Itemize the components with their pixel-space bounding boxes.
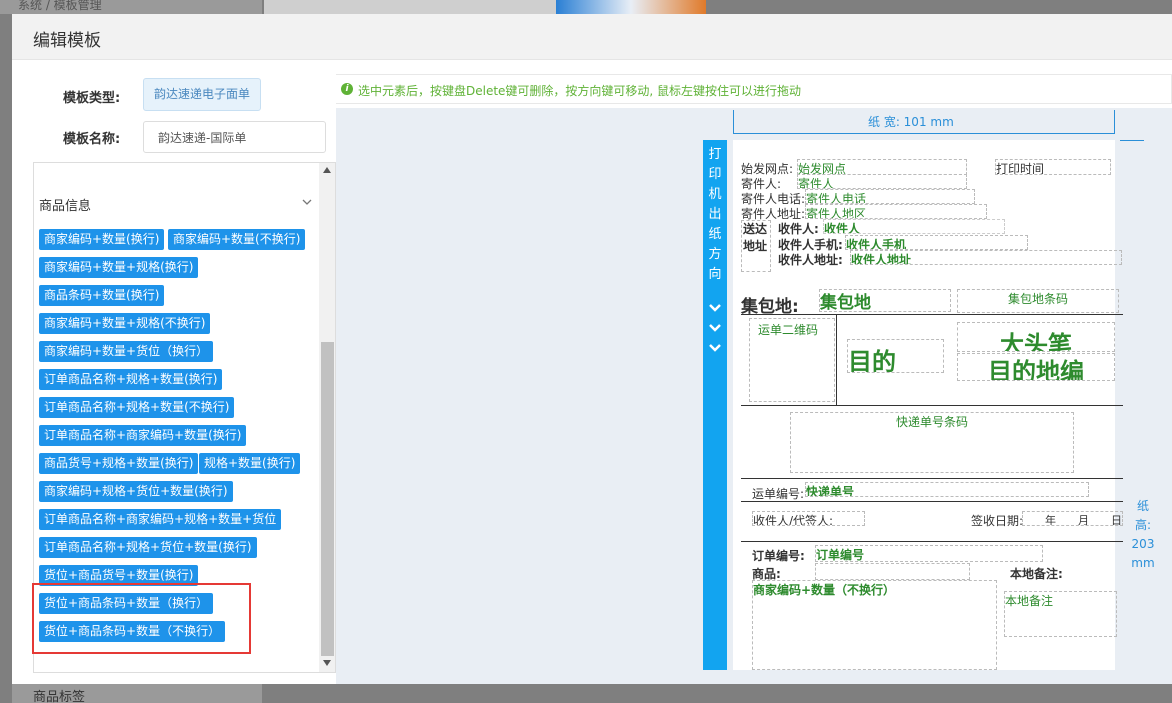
sender-phone-field[interactable]: 寄件人电话 <box>805 189 975 204</box>
info-icon: i <box>341 83 353 95</box>
group-title: 商品信息 <box>39 199 92 214</box>
element-tag[interactable]: 货位+商品条码+数量（换行） <box>39 593 214 614</box>
express-barcode-field[interactable]: 快递单号条码 <box>790 412 1074 473</box>
sign-date-label[interactable]: 签收日期: <box>971 512 1023 529</box>
scroll-up-arrow-icon[interactable] <box>323 167 331 173</box>
order-no-field[interactable]: 订单编号 <box>815 545 1043 562</box>
element-tag[interactable]: 货位+商品条码+数量（不换行） <box>39 621 226 642</box>
sender-field[interactable]: 寄件人 <box>797 174 967 189</box>
receiver-address-label[interactable]: 收件人地址: <box>778 251 843 268</box>
deliver-address-label[interactable]: 送达 地址 <box>741 220 771 272</box>
deliver-label-line-1: 送达 <box>743 222 768 236</box>
background-banner <box>264 0 706 14</box>
element-tag[interactable]: 货位+商品货号+数量(换行) <box>39 565 199 586</box>
waybill-paper: 始发网点: 始发网点 打印时间 寄件人: 寄件人 寄件人电话: 寄件人电话 寄件… <box>733 140 1123 670</box>
sign-date-field[interactable]: ____年____月____日 <box>1022 511 1123 526</box>
waybill-no-field[interactable]: 快递单号 <box>805 482 1089 497</box>
divider-line <box>741 541 1123 542</box>
element-tag[interactable]: 商家编码+数量(换行) <box>39 229 165 250</box>
divider-line <box>741 405 1123 406</box>
background-logo <box>556 0 706 14</box>
ruler-width-left-tick <box>733 110 734 134</box>
template-name-label: 模板名称: <box>63 132 121 147</box>
list-scrollbar[interactable] <box>319 163 335 672</box>
origin-field[interactable]: 始发网点 <box>797 159 967 175</box>
deliver-label-line-2: 地址 <box>743 239 768 253</box>
goods-field[interactable]: 商家编码+数量（不换行） <box>752 580 997 670</box>
local-note-label[interactable]: 本地备注: <box>1010 565 1063 582</box>
signer-field[interactable]: 收件人/代签人: <box>752 511 865 526</box>
ruler-height-tick <box>1120 140 1144 141</box>
element-tag[interactable]: 商品条码+数量(换行) <box>39 285 165 306</box>
ruler-width-line <box>733 133 1115 134</box>
element-list-content: 商品信息 商家编码+数量(换行) 商家编码+数量(不换行) 商家编码+数量+规格… <box>34 163 319 672</box>
background-breadcrumb-text: 系统 / 模板管理 <box>18 0 102 12</box>
scrollbar-thumb[interactable] <box>321 342 334 656</box>
scroll-down-arrow-icon[interactable] <box>323 660 331 666</box>
print-direction-bar: 打印机出纸方向 <box>703 140 727 670</box>
destination-field[interactable]: 目的 <box>847 339 944 373</box>
receiver-label[interactable]: 收件人: <box>778 220 819 237</box>
goods-label-field[interactable] <box>815 563 970 580</box>
print-direction-text: 打印机出纸方向 <box>708 147 722 282</box>
hub-field[interactable]: 集包地 <box>819 289 951 312</box>
modal-title: 编辑模板 <box>33 31 101 51</box>
express-barcode-text: 快递单号条码 <box>895 415 968 429</box>
element-tag[interactable]: 订单商品名称+规格+货位+数量(换行) <box>39 537 257 558</box>
modal-header: 编辑模板 <box>12 14 1172 60</box>
waybill-qr-field[interactable]: 运单二维码 <box>749 318 835 402</box>
element-tag[interactable]: 商品货号+规格+数量(换行) <box>39 453 199 474</box>
print-time-field[interactable]: 打印时间 <box>995 159 1111 175</box>
big-head-field[interactable]: 大头笔 <box>957 322 1115 352</box>
hub-barcode-field[interactable]: 集包地条码 <box>957 289 1119 313</box>
chevron-down-icon <box>709 324 721 332</box>
element-tag[interactable]: 规格+数量(换行) <box>199 453 301 474</box>
element-tag[interactable]: 商家编码+数量+规格(换行) <box>39 257 199 278</box>
element-tag[interactable]: 订单商品名称+规格+数量(换行) <box>39 369 223 390</box>
ruler-width-right-tick <box>1114 110 1115 134</box>
element-tag[interactable]: 订单商品名称+商家编码+规格+数量+货位 <box>39 509 282 530</box>
divider-line <box>741 501 1123 502</box>
waybill-no-label[interactable]: 运单编号: <box>752 485 804 502</box>
template-type-badge[interactable]: 韵达速递电子面单 <box>143 78 261 111</box>
chevron-down-icon <box>709 344 721 352</box>
element-tag[interactable]: 商家编码+数量+规格(不换行) <box>39 313 211 334</box>
receiver-address-field[interactable]: 收件人地址 <box>850 250 1122 265</box>
hub-barcode-text: 集包地条码 <box>1007 292 1068 306</box>
paper-height-label: 纸 高: 203 mm <box>1131 499 1155 570</box>
paper-width-label: 纸 宽: 101 mm <box>868 115 954 129</box>
template-name-input[interactable] <box>143 121 326 153</box>
divider-vertical <box>836 314 837 405</box>
element-list-panel: 商品信息 商家编码+数量(换行) 商家编码+数量(不换行) 商家编码+数量+规格… <box>33 162 336 673</box>
order-no-label[interactable]: 订单编号: <box>752 547 805 564</box>
hint-bar: i 选中元素后，按键盘Delete键可删除，按方向键可移动, 鼠标左键按住可以进… <box>336 74 1172 104</box>
chevron-down-icon <box>302 199 312 205</box>
local-note-field[interactable]: 本地备注 <box>1004 591 1117 637</box>
element-tag[interactable]: 商家编码+数量+货位（换行） <box>39 341 214 362</box>
element-tag[interactable]: 订单商品名称+规格+数量(不换行) <box>39 397 235 418</box>
element-tag[interactable]: 商家编码+规格+货位+数量(换行) <box>39 481 233 502</box>
divider-line <box>741 478 1123 479</box>
receiver-field[interactable]: 收件人 <box>823 219 1005 234</box>
hint-text: 选中元素后，按键盘Delete键可删除，按方向键可移动, 鼠标左键按住可以进行拖… <box>358 84 802 98</box>
waybill-qr-text: 运单二维码 <box>758 323 819 337</box>
template-type-label: 模板类型: <box>63 91 121 106</box>
receiver-phone-field[interactable]: 收件人手机 <box>845 235 1028 250</box>
divider-line <box>741 314 1123 315</box>
sender-address-field[interactable]: 寄件人地区 <box>805 204 987 219</box>
element-tag[interactable]: 商家编码+数量(不换行) <box>168 229 306 250</box>
element-tag[interactable]: 订单商品名称+商家编码+数量(换行) <box>39 425 247 446</box>
background-product-label-text: 商品标签 <box>33 690 86 703</box>
destination-code-field[interactable]: 目的地编 <box>957 353 1115 381</box>
group-header-product-info[interactable]: 商品信息 <box>34 191 319 217</box>
chevron-down-icon <box>709 304 721 312</box>
background-breadcrumb: 系统 / 模板管理 <box>0 0 262 14</box>
